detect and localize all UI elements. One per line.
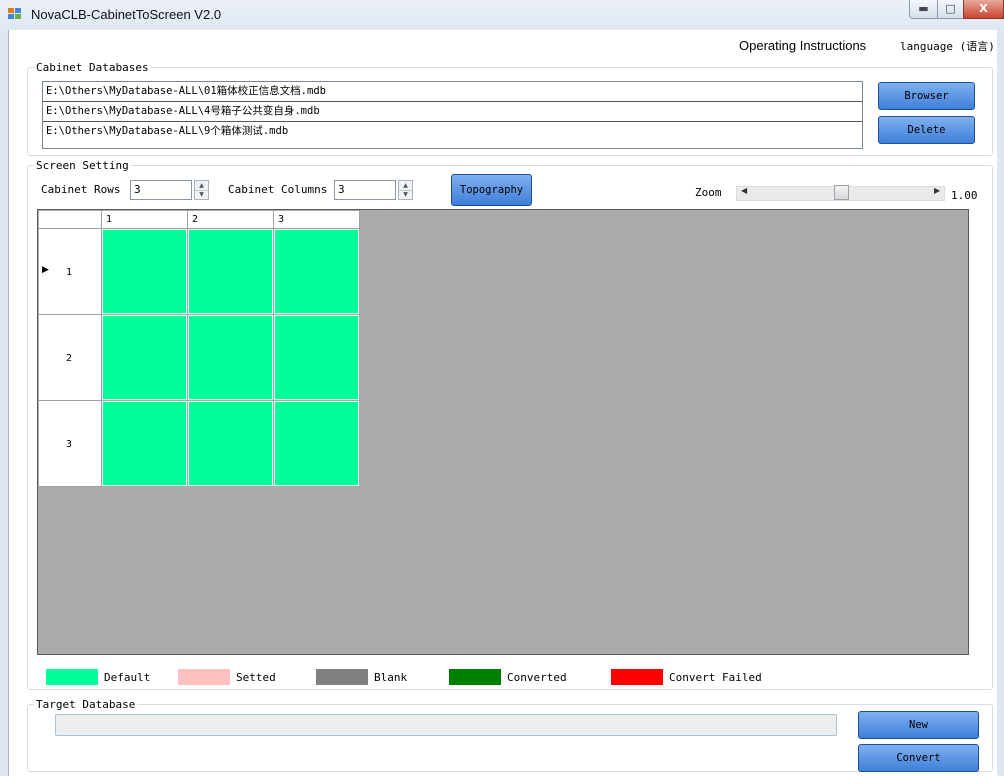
cabinet-rows-input[interactable]: 3 (130, 180, 192, 200)
zoom-slider-thumb[interactable] (834, 185, 849, 200)
cabinet-cell[interactable] (274, 229, 359, 314)
list-item[interactable]: E:\Others\MyDatabase-ALL\01箱体校正信息文档.mdb (43, 82, 862, 102)
zoom-label: Zoom (695, 186, 722, 199)
legend-swatch-converted (449, 669, 501, 685)
legend-swatch-default (46, 669, 98, 685)
spin-down-icon[interactable]: ▼ (399, 190, 412, 199)
cabinet-columns-label: Cabinet Columns (228, 183, 328, 196)
row-selector-icon: ▶ (42, 265, 49, 275)
menu-operating-instructions[interactable]: Operating Instructions (739, 38, 866, 53)
row-header[interactable]: 2 (39, 315, 102, 401)
cabinet-cell[interactable] (188, 401, 273, 486)
close-button[interactable]: X (963, 0, 1004, 19)
window-title: NovaCLB-CabinetToScreen V2.0 (31, 7, 222, 22)
maximize-icon: □ (945, 2, 956, 15)
topography-button[interactable]: Topography (451, 174, 532, 206)
cabinet-databases-label: Cabinet Databases (34, 61, 151, 74)
cabinet-cell[interactable] (188, 315, 273, 400)
spin-down-icon[interactable]: ▼ (195, 190, 208, 199)
legend-label-blank: Blank (374, 671, 408, 684)
row-number: 2 (66, 353, 73, 364)
list-item[interactable]: E:\Others\MyDatabase-ALL\4号箱子公共变自身.mdb (43, 102, 862, 122)
row-number: 1 (66, 267, 73, 278)
window-frame-left (0, 30, 8, 776)
minimize-icon: ▬ (918, 2, 929, 15)
grid-corner-header (39, 211, 102, 229)
column-header[interactable]: 3 (274, 211, 360, 229)
delete-button[interactable]: Delete (878, 116, 975, 144)
cabinet-columns-input[interactable]: 3 (334, 180, 396, 200)
legend-swatch-convert-failed (611, 669, 663, 685)
title-bar: NovaCLB-CabinetToScreen V2.0 ▬ □ X (0, 0, 1004, 30)
slider-right-arrow-icon[interactable]: ▶ (934, 186, 940, 195)
cabinet-database-list[interactable]: E:\Others\MyDatabase-ALL\01箱体校正信息文档.mdb … (42, 81, 863, 149)
cabinet-cell[interactable] (102, 229, 187, 314)
app-icon (8, 8, 22, 20)
cabinet-cell[interactable] (102, 401, 187, 486)
legend-swatch-blank (316, 669, 368, 685)
cabinet-rows-label: Cabinet Rows (41, 183, 121, 196)
cabinet-rows-spinner[interactable]: ▲ ▼ (194, 180, 209, 200)
cabinet-cell[interactable] (102, 315, 187, 400)
target-database-label: Target Database (34, 698, 138, 711)
close-icon: X (979, 2, 988, 15)
legend-swatch-setted (178, 669, 230, 685)
new-button[interactable]: New (858, 711, 979, 739)
zoom-value: 1.00 (951, 189, 978, 202)
row-header[interactable]: 3 (39, 401, 102, 487)
browser-button[interactable]: Browser (878, 82, 975, 110)
legend-label-convert-failed: Convert Failed (669, 671, 762, 684)
column-header[interactable]: 1 (102, 211, 188, 229)
column-header[interactable]: 2 (188, 211, 274, 229)
slider-left-arrow-icon[interactable]: ◀ (741, 186, 747, 195)
menu-language[interactable]: language (语言) (900, 38, 995, 54)
cabinet-cell[interactable] (274, 315, 359, 400)
cabinet-cell[interactable] (188, 229, 273, 314)
cabinet-columns-spinner[interactable]: ▲ ▼ (398, 180, 413, 200)
legend-label-setted: Setted (236, 671, 276, 684)
row-header[interactable]: ▶ 1 (39, 229, 102, 315)
minimize-button[interactable]: ▬ (909, 0, 938, 19)
row-number: 3 (66, 439, 73, 450)
list-item[interactable]: E:\Others\MyDatabase-ALL\9个箱体测试.mdb (43, 122, 862, 141)
maximize-button[interactable]: □ (937, 0, 964, 19)
legend-label-converted: Converted (507, 671, 567, 684)
screen-setting-label: Screen Setting (34, 159, 131, 172)
target-database-input[interactable] (55, 714, 837, 736)
legend-label-default: Default (104, 671, 151, 684)
window-frame-right (996, 30, 1004, 776)
cabinet-cell[interactable] (274, 401, 359, 486)
convert-button[interactable]: Convert (858, 744, 979, 772)
